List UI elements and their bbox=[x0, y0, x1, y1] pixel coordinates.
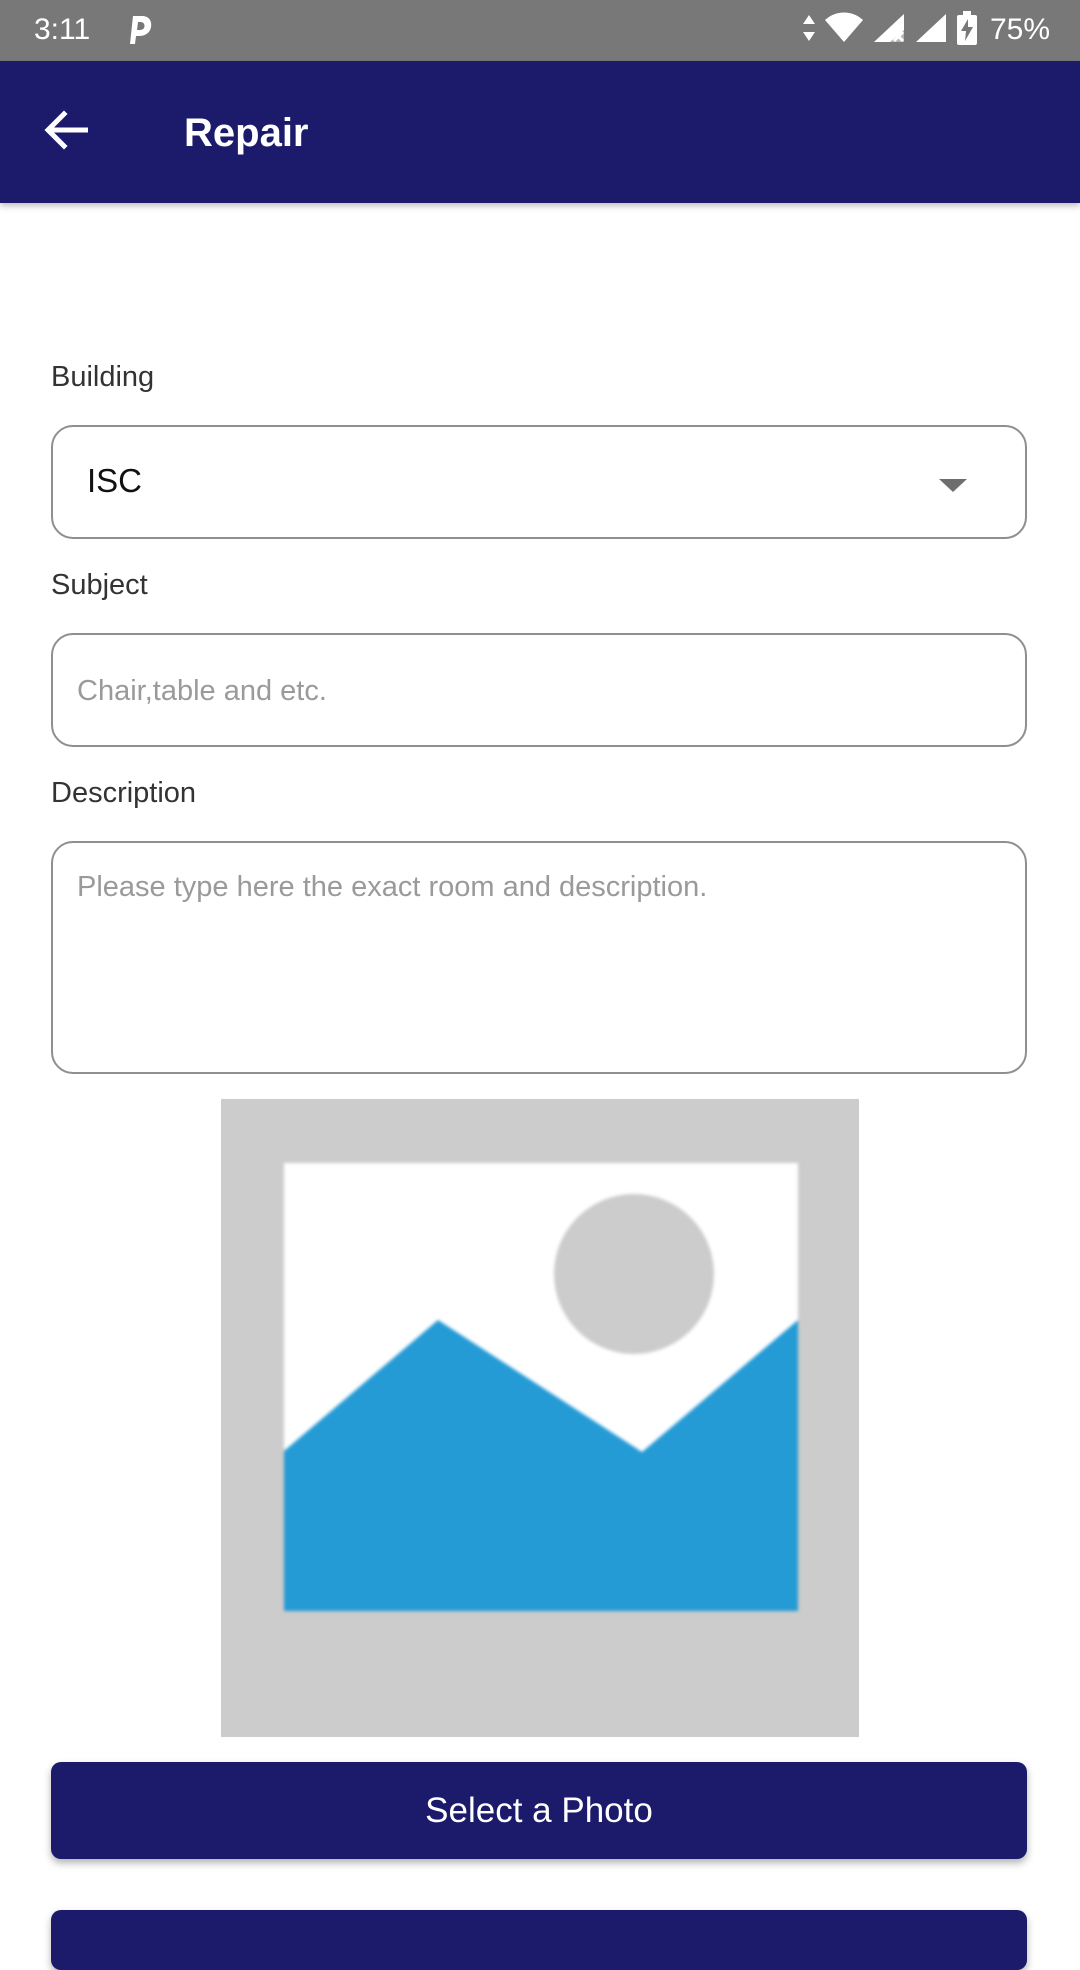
battery-charging-icon bbox=[956, 10, 978, 50]
description-label: Description bbox=[51, 777, 197, 809]
subject-field-container bbox=[51, 633, 1027, 747]
parking-notification-icon bbox=[124, 12, 154, 48]
app-bar: Repair bbox=[0, 61, 1080, 203]
image-placeholder-icon bbox=[284, 1163, 798, 1611]
status-time: 3:11 bbox=[34, 13, 91, 46]
back-button[interactable] bbox=[28, 101, 104, 163]
signal-no-sim-icon bbox=[872, 12, 906, 49]
select-photo-button[interactable]: Select a Photo bbox=[51, 1762, 1027, 1859]
signal-icon bbox=[914, 12, 948, 49]
battery-percentage: 75% bbox=[989, 13, 1050, 46]
wifi-icon bbox=[824, 12, 864, 49]
submit-button[interactable] bbox=[51, 1910, 1027, 1970]
building-label: Building bbox=[51, 361, 155, 393]
data-arrows-icon bbox=[802, 13, 816, 48]
description-field-container bbox=[51, 841, 1027, 1074]
page-title: Repair bbox=[184, 111, 309, 155]
status-bar: 3:11 75% bbox=[0, 0, 1080, 61]
subject-input[interactable] bbox=[77, 672, 1001, 710]
status-icons: 75% bbox=[802, 10, 1050, 50]
building-selected-value: ISC bbox=[87, 462, 143, 499]
building-select[interactable]: ISC bbox=[51, 425, 1027, 539]
photo-preview bbox=[221, 1099, 859, 1737]
subject-label: Subject bbox=[51, 569, 148, 601]
arrow-left-icon bbox=[44, 109, 89, 155]
caret-down-icon bbox=[939, 479, 967, 492]
description-input[interactable] bbox=[77, 869, 1001, 1049]
